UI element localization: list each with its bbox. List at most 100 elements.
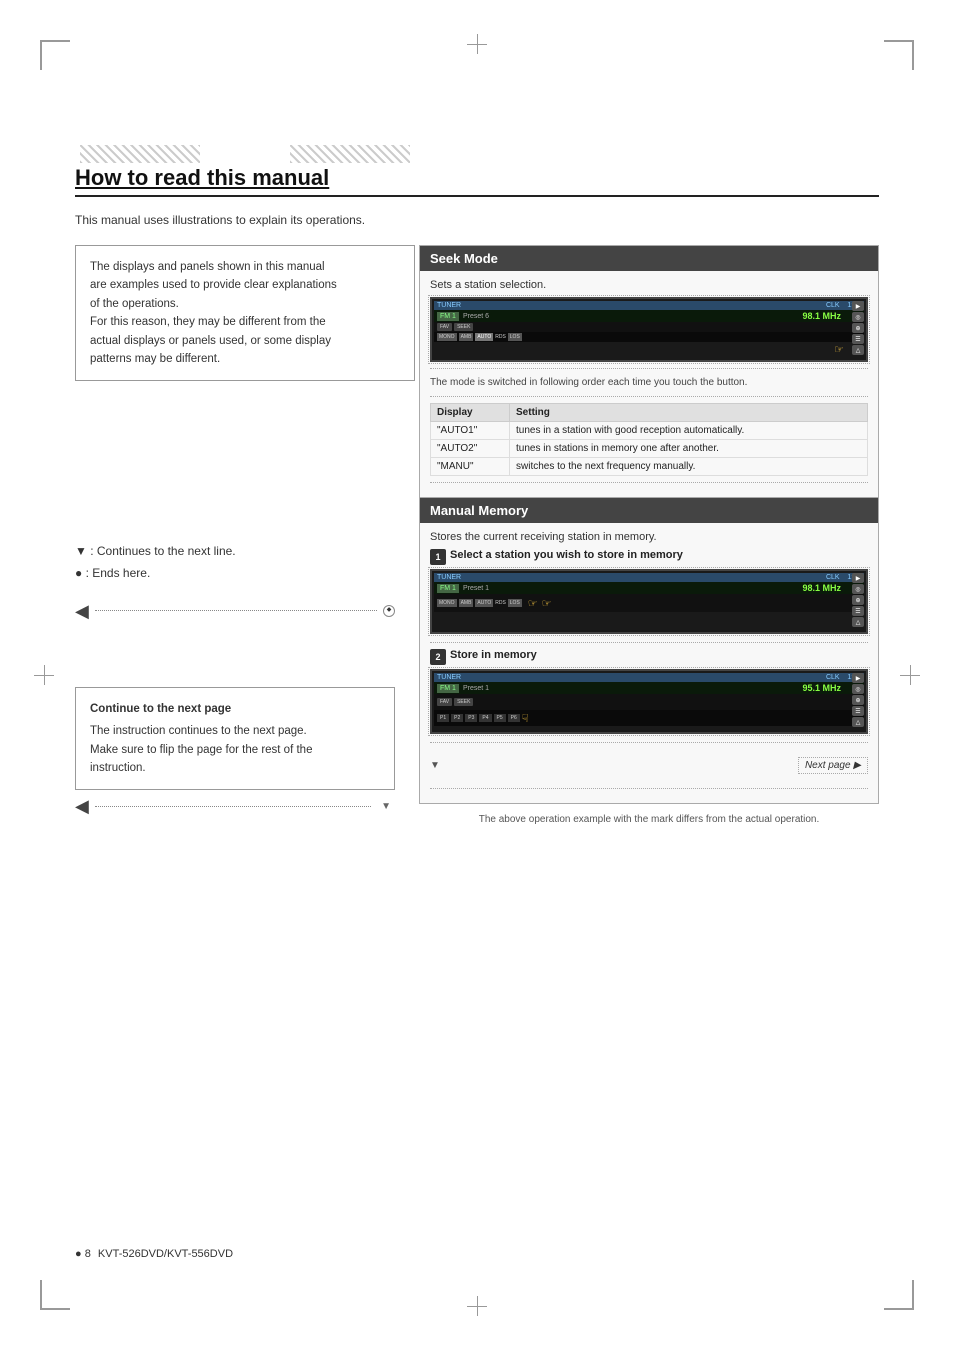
- step1-tuner-bar: TUNER CLK 1:21: [434, 573, 864, 582]
- s2-p3: P3: [465, 714, 477, 722]
- separator-5: [430, 742, 868, 743]
- left-column: The displays and panels shown in this ma…: [75, 245, 395, 825]
- info-line5: actual displays or panels used, or some …: [90, 335, 331, 347]
- continue-line2: Make sure to flip the page for the rest …: [90, 744, 312, 756]
- s1-icon-2: ◎: [852, 584, 864, 594]
- step1-screen: TUNER CLK 1:21 FM 1 Preset 1 98.1 MHz: [430, 569, 868, 634]
- info-line4: For this reason, they may be different f…: [90, 316, 326, 328]
- table-cell-auto1: "AUTO1": [431, 422, 510, 440]
- touch1-icon: ☞: [528, 597, 538, 610]
- step2-preset-buttons: P1 P2 P3 P4 P5 P6 ☟: [434, 710, 864, 726]
- main-content: How to read this manual This manual uses…: [75, 165, 879, 825]
- cross-left: [34, 665, 54, 685]
- s1-rds: RDS: [495, 600, 506, 606]
- touch3-icon: ☟: [522, 712, 529, 725]
- intro-text: This manual uses illustrations to explai…: [75, 211, 879, 229]
- info-line1: The displays and panels shown in this ma…: [90, 261, 325, 273]
- page-model: KVT-526DVD/KVT-556DVD: [98, 1248, 233, 1260]
- step1-preset: Preset 1: [463, 585, 489, 592]
- step1-band: FM 1: [437, 584, 459, 593]
- table-cell-manu: "MANU": [431, 458, 510, 476]
- step1-freq-row: FM 1 Preset 1 98.1 MHz: [434, 582, 864, 594]
- info-box: The displays and panels shown in this ma…: [75, 245, 415, 381]
- page-circle-icon: ●: [75, 1248, 82, 1260]
- cross-right: [900, 665, 920, 685]
- table-cell-auto1-desc: tunes in a station with good reception a…: [510, 422, 868, 440]
- table-row: "AUTO1" tunes in a station with good rec…: [431, 422, 868, 440]
- ctrl-los: LOS: [508, 333, 522, 341]
- step2-controls-top: FAV SEEK: [434, 694, 864, 710]
- s1-icon-5: △: [852, 617, 864, 627]
- switched-text: The mode is switched in following order …: [430, 375, 868, 390]
- left-arrow-icon: ◀: [75, 595, 89, 627]
- step2-marker: 2: [430, 649, 446, 665]
- s1-mono: MONO: [437, 599, 457, 607]
- step2-band: FM 1: [437, 684, 459, 693]
- seek-mode-header: Seek Mode: [420, 246, 878, 271]
- icon-3: ⊕: [852, 323, 864, 333]
- table-row: "MANU" switches to the next frequency ma…: [431, 458, 868, 476]
- info-line3: of the operations.: [90, 298, 179, 310]
- step2-tuner-bar: TUNER CLK 1:21: [434, 673, 864, 682]
- s2-icon-4: ☰: [852, 706, 864, 716]
- s1-icon-3: ⊕: [852, 595, 864, 605]
- ctrl-btn-fav: FAV: [437, 323, 452, 331]
- table-cell-manu-desc: switches to the next frequency manually.: [510, 458, 868, 476]
- bottom-note: The above operation example with the mar…: [419, 814, 879, 825]
- down-arrow-indicator: ▼: [377, 799, 395, 814]
- next-page-row: ▼ Next page ▶: [430, 749, 868, 782]
- side-icons-seek: ▶ ◎ ⊕ ☰ △: [852, 301, 864, 355]
- step1-freq: 98.1 MHz: [802, 583, 841, 593]
- s1-auto: AUTO: [475, 599, 493, 607]
- crop-mark-tl: [40, 40, 70, 70]
- ctrl-mono: MONO: [437, 333, 457, 341]
- crop-mark-br: [884, 1280, 914, 1310]
- tuner-label: TUNER: [437, 302, 461, 309]
- step2-freq: 95.1 MHz: [802, 683, 841, 693]
- separator-4: [430, 642, 868, 643]
- step1-tuner-label: TUNER: [437, 574, 461, 581]
- stripe-decoration-left: [80, 145, 200, 163]
- page-title: How to read this manual: [75, 165, 879, 197]
- freq-display: 98.1 MHz: [802, 311, 841, 321]
- continue-box: Continue to the next page The instructio…: [75, 687, 395, 791]
- table-header-setting: Setting: [510, 404, 868, 422]
- step2-label: 2 Store in memory: [430, 649, 868, 665]
- crop-mark-tr: [884, 40, 914, 70]
- continue-left-arrow-icon: ◀: [75, 796, 89, 817]
- next-page-box: Next page ▶: [798, 757, 868, 774]
- bullet-1-text: ▼ : Continues to the next line.: [75, 541, 236, 563]
- continue-line3: instruction.: [90, 762, 146, 774]
- info-line2: are examples used to provide clear expla…: [90, 279, 337, 291]
- connector-circle: ◆: [383, 605, 395, 617]
- seek-screen: TUNER CLK 1:21 FM 1 Preset 6 98.1 MHz: [430, 297, 868, 362]
- s2-icon-1: ▶: [852, 673, 864, 683]
- continue-line1: The instruction continues to the next pa…: [90, 725, 307, 737]
- step2-side-icons: ▶ ◎ ⊕ ☰ △: [852, 673, 864, 727]
- page-number: 8: [85, 1248, 91, 1260]
- separator-1: [430, 368, 868, 369]
- tuner-bar: TUNER CLK 1:21: [434, 301, 864, 310]
- continue-title: Continue to the next page: [90, 700, 380, 718]
- s2-p5: P5: [494, 714, 506, 722]
- instruction-panel: Seek Mode Sets a station selection. TUNE…: [419, 245, 879, 804]
- crop-mark-bl: [40, 1280, 70, 1310]
- seek-controls: FAV SEEK: [434, 322, 864, 332]
- step2-fav: FAV: [437, 698, 452, 706]
- s1-los: LOS: [508, 599, 522, 607]
- mode-table: Display Setting "AUTO1" tunes in a stati…: [430, 403, 868, 476]
- touch-indicator-seek: ☞: [834, 343, 844, 356]
- step1-side-icons: ▶ ◎ ⊕ ☰ △: [852, 573, 864, 627]
- stripe-decoration-right: [290, 145, 410, 163]
- step1-label: 1 Select a station you wish to store in …: [430, 549, 868, 565]
- right-column: Seek Mode Sets a station selection. TUNE…: [419, 245, 879, 825]
- table-cell-auto2: "AUTO2": [431, 440, 510, 458]
- cross-top: [467, 34, 487, 54]
- touch2-icon: ☞: [542, 597, 552, 610]
- preset-label-seek: Preset 6: [463, 313, 489, 320]
- s2-p1: P1: [437, 714, 449, 722]
- table-row: "AUTO2" tunes in stations in memory one …: [431, 440, 868, 458]
- manual-memory-desc: Stores the current receiving station in …: [430, 531, 868, 543]
- ctrl-auto: AUTO: [475, 333, 493, 341]
- step2-text: Store in memory: [450, 649, 537, 661]
